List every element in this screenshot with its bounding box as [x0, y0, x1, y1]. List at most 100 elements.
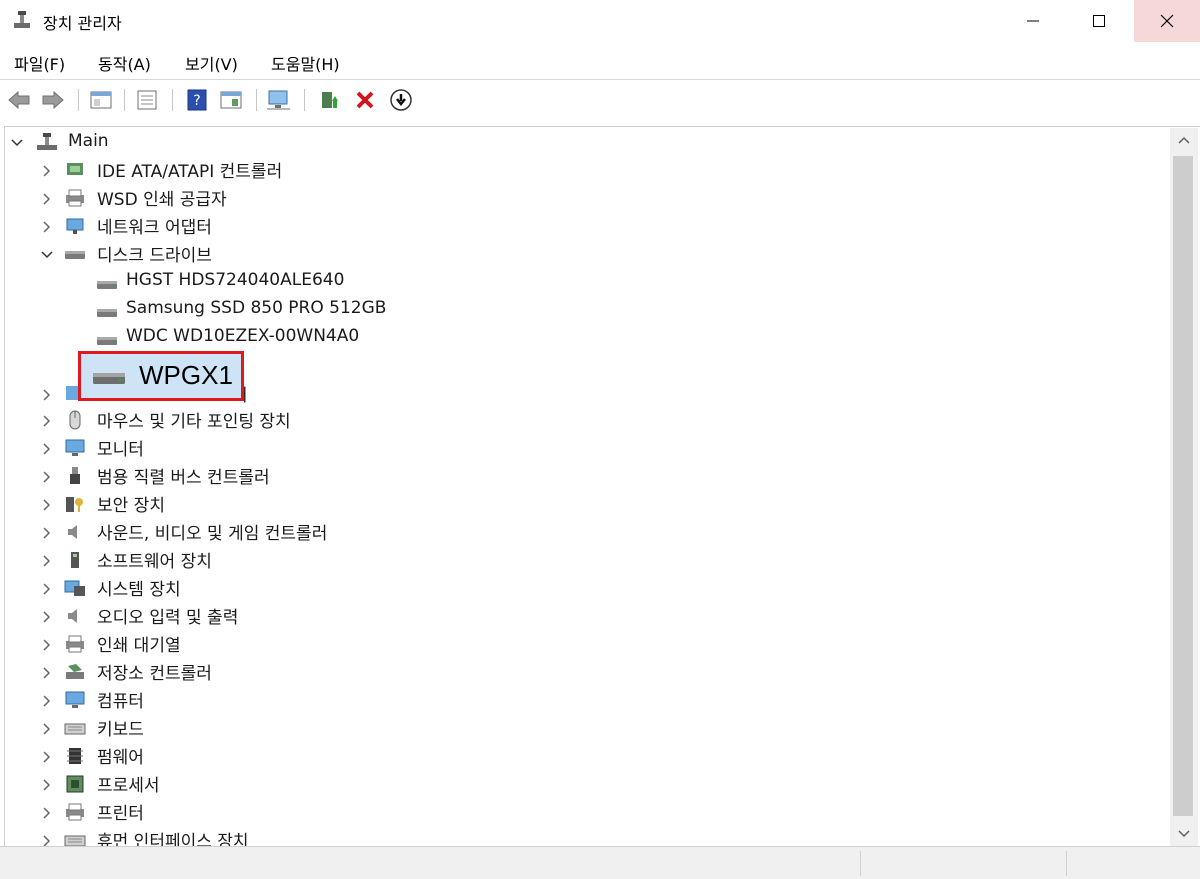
device-manager-window: 장치 관리자 파일(F) 동작(A) 보기(V) 도움말(H) ? Main I… — [0, 0, 1200, 879]
chevron-right-icon[interactable] — [40, 610, 54, 624]
chevron-right-icon[interactable] — [40, 470, 54, 484]
toolbar-separator — [256, 89, 257, 111]
tree-category-label[interactable]: 컴퓨터 — [97, 687, 144, 712]
system-category-icon — [64, 580, 85, 596]
action-pane-icon — [220, 91, 242, 109]
tree-category-label[interactable]: 네트워크 어댑터 — [97, 213, 212, 238]
toolbar-separator — [304, 89, 305, 111]
uninstall-button[interactable] — [352, 87, 378, 113]
chevron-right-icon[interactable] — [40, 554, 54, 568]
disk-item-label[interactable]: HGST HDS724040ALE640 — [126, 270, 344, 290]
chevron-down-icon[interactable] — [10, 136, 24, 150]
tree-category-label[interactable]: 사운드, 비디오 및 게임 컨트롤러 — [97, 519, 327, 544]
tree-category-label[interactable]: 범용 직렬 버스 컨트롤러 — [97, 463, 270, 488]
menu-help[interactable]: 도움말(H) — [271, 51, 340, 75]
printer-category-icon — [66, 803, 84, 821]
highlighted-device-callout[interactable]: WPGX1 — [78, 351, 244, 401]
menu-view[interactable]: 보기(V) — [185, 51, 238, 75]
chevron-right-icon[interactable] — [40, 722, 54, 736]
menu-action[interactable]: 동작(A) — [98, 51, 151, 75]
firmware-category-icon — [67, 748, 83, 764]
usb-category-icon — [70, 467, 80, 484]
chevron-up-icon — [1178, 136, 1190, 144]
tree-category-label[interactable]: 시스템 장치 — [97, 575, 181, 600]
chevron-right-icon[interactable] — [40, 498, 54, 512]
chevron-right-icon[interactable] — [40, 750, 54, 764]
chevron-right-icon[interactable] — [40, 806, 54, 820]
callout-label: WPGX1 — [139, 360, 233, 390]
tree-category-label[interactable]: 디스크 드라이브 — [97, 241, 212, 266]
tree-category-label[interactable]: 인쇄 대기열 — [97, 631, 181, 656]
tree-category-label[interactable]: IDE ATA/ATAPI 컨트롤러 — [97, 157, 282, 182]
chevron-right-icon[interactable] — [40, 666, 54, 680]
close-icon — [1160, 14, 1174, 28]
menu-file[interactable]: 파일(F) — [14, 51, 65, 75]
chevron-right-icon[interactable] — [40, 638, 54, 652]
computer-root-icon — [37, 133, 57, 150]
title-bar: 장치 관리자 — [0, 0, 1200, 42]
hard-drive-icon — [97, 281, 117, 289]
chevron-right-icon[interactable] — [40, 442, 54, 456]
keyboard-category-icon — [64, 723, 86, 735]
action-pane-button[interactable] — [218, 87, 244, 113]
forward-button[interactable] — [40, 87, 66, 113]
tree-category-label[interactable]: 보안 장치 — [97, 491, 165, 516]
scrollbar-thumb[interactable] — [1173, 156, 1193, 816]
disk-item-label[interactable]: Samsung SSD 850 PRO 512GB — [126, 298, 386, 318]
mouse-category-icon — [69, 410, 81, 430]
properties-button[interactable] — [134, 87, 160, 113]
scroll-up-button[interactable] — [1170, 128, 1198, 152]
chevron-right-icon[interactable] — [40, 192, 54, 206]
chevron-right-icon[interactable] — [40, 778, 54, 792]
tree-category-label[interactable]: 오디오 입력 및 출력 — [97, 603, 238, 628]
monitor-category-icon — [65, 691, 85, 708]
software-category-icon — [71, 552, 79, 568]
chevron-right-icon[interactable] — [40, 220, 54, 234]
tree-category-label[interactable]: 소프트웨어 장치 — [97, 547, 212, 572]
scan-hardware-button[interactable] — [266, 87, 292, 113]
scroll-down-button[interactable] — [1170, 822, 1198, 846]
tree-category-label[interactable]: 저장소 컨트롤러 — [97, 659, 212, 684]
enable-device-icon — [390, 89, 412, 111]
maximize-icon — [1093, 15, 1105, 27]
hard-drive-icon — [97, 309, 117, 317]
printer-category-icon — [66, 189, 84, 207]
uninstall-icon — [356, 91, 374, 109]
scan-hardware-icon — [267, 90, 290, 110]
help-icon: ? — [187, 89, 207, 111]
back-button[interactable] — [6, 87, 32, 113]
monitor-category-icon — [65, 439, 85, 456]
tree-category-label[interactable]: WSD 인쇄 공급자 — [97, 185, 227, 210]
tree-category-label[interactable]: 모니터 — [97, 435, 144, 460]
network-category-icon — [66, 218, 84, 234]
tree-root-label[interactable]: Main — [68, 131, 109, 151]
window-title: 장치 관리자 — [43, 14, 122, 33]
disk-category-icon — [65, 251, 85, 259]
show-hide-tree-button[interactable] — [88, 87, 114, 113]
chevron-right-icon[interactable] — [40, 388, 54, 402]
close-button[interactable] — [1134, 0, 1200, 42]
chevron-right-icon[interactable] — [40, 582, 54, 596]
tree-category-label[interactable]: 프로세서 — [97, 771, 160, 796]
disk-item-label[interactable]: WDC WD10EZEX-00WN4A0 — [126, 326, 359, 346]
tree-category-label[interactable]: 키보드 — [97, 715, 144, 740]
maximize-button[interactable] — [1066, 0, 1132, 42]
toolbar-separator — [78, 89, 79, 111]
tree-category-label[interactable]: 펌웨어 — [97, 743, 144, 768]
vertical-scrollbar[interactable] — [1170, 128, 1198, 846]
chevron-right-icon[interactable] — [40, 164, 54, 178]
hard-drive-icon — [93, 373, 125, 384]
tree-category-label[interactable]: 프린터 — [97, 799, 144, 824]
back-icon — [8, 90, 30, 110]
minimize-button[interactable] — [1000, 0, 1066, 42]
status-divider — [860, 851, 861, 876]
update-driver-button[interactable] — [316, 87, 342, 113]
chevron-right-icon[interactable] — [40, 414, 54, 428]
chevron-right-icon[interactable] — [40, 526, 54, 540]
chevron-down-icon[interactable] — [40, 248, 54, 262]
enable-device-button[interactable] — [388, 87, 414, 113]
tree-category-label[interactable]: 마우스 및 기타 포인팅 장치 — [97, 407, 291, 432]
help-button[interactable]: ? — [184, 87, 210, 113]
chevron-right-icon[interactable] — [40, 694, 54, 708]
chevron-down-icon — [1178, 830, 1190, 838]
